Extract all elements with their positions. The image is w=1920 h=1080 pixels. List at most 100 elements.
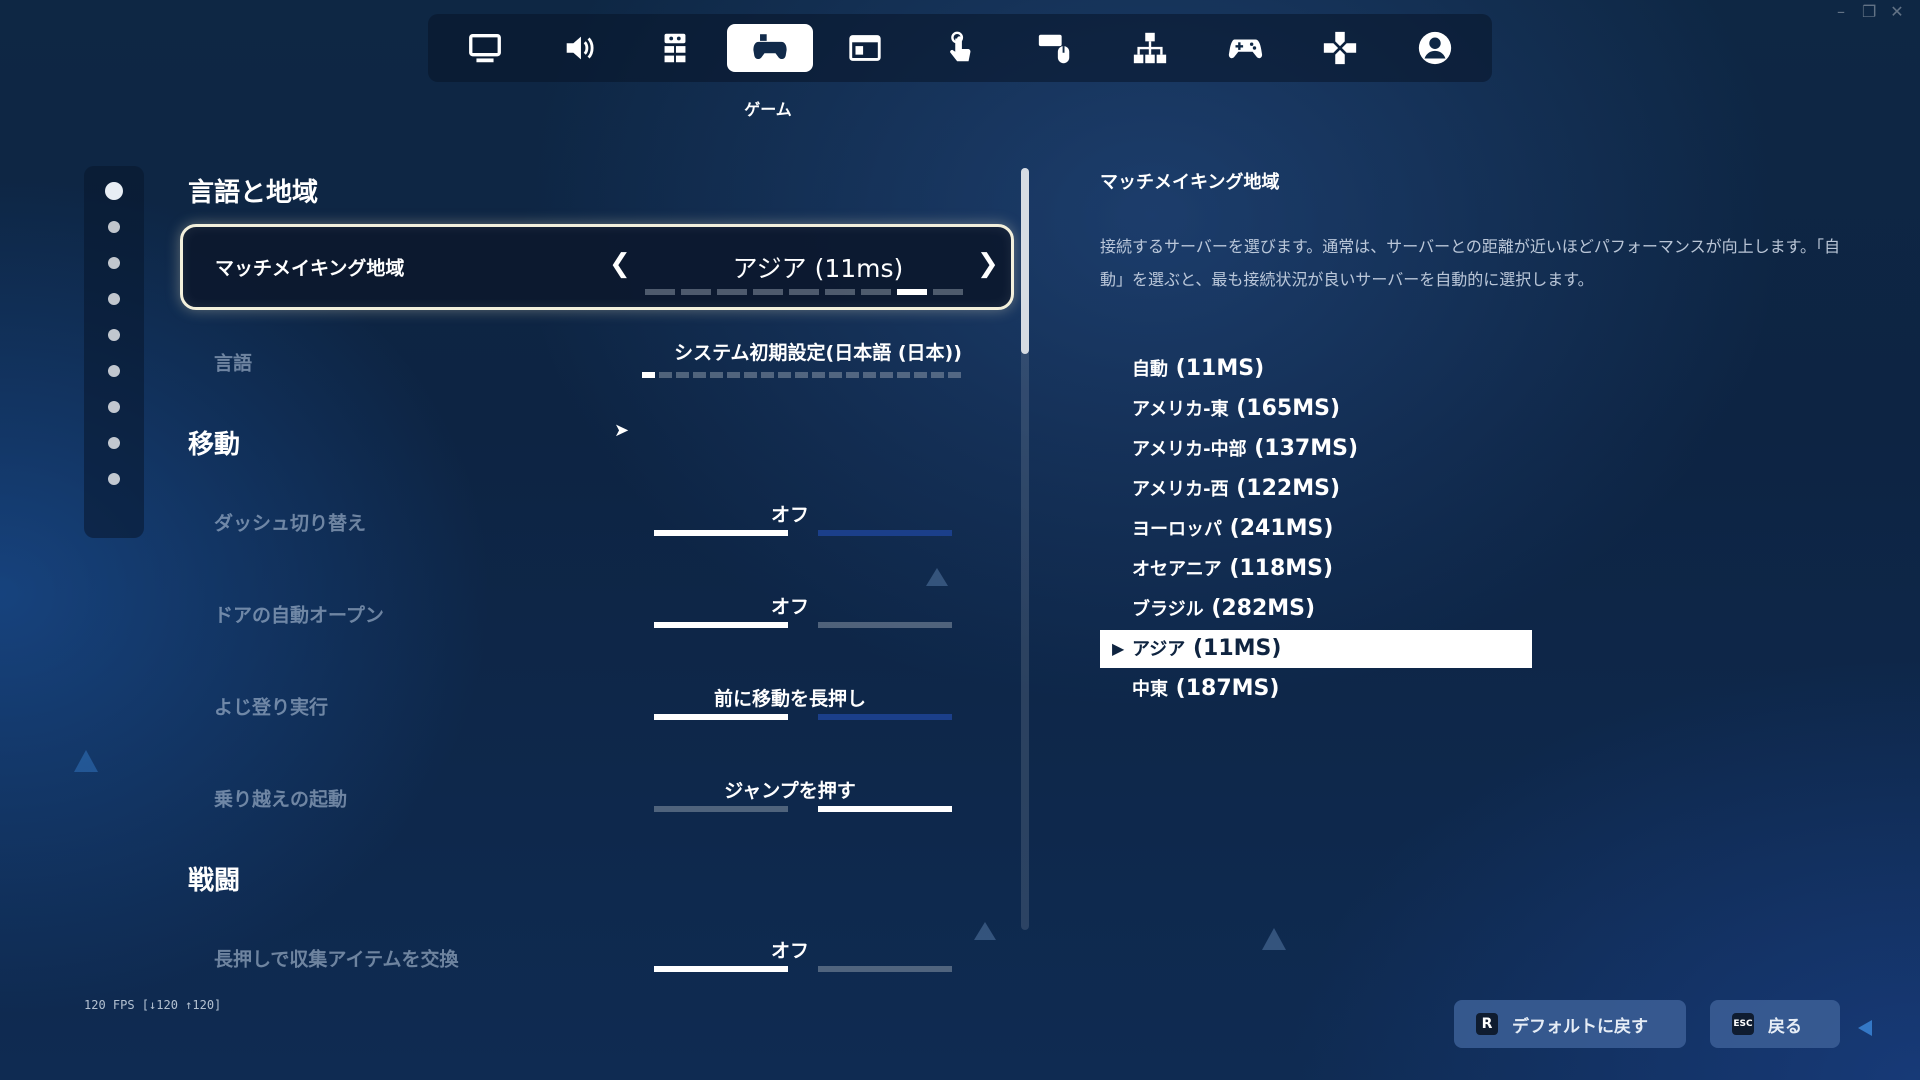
setting-label: ドアの自動オープン [214,604,384,627]
option-segment [948,372,961,378]
top-nav [428,14,1492,82]
region-name: アメリカ-中部 [1132,439,1247,460]
section-title-language-region: 言語と地域 [188,178,319,208]
chevron-right-icon[interactable]: ❯ [977,249,999,279]
speaker-icon [567,36,594,60]
option-segment [914,372,927,378]
region-option[interactable]: オセアニア (118MS) [1100,550,1532,588]
decor-triangle [1858,1020,1872,1036]
back-button[interactable]: ESC 戻る [1710,1000,1840,1048]
chevron-left-icon[interactable]: ❮ [609,249,631,279]
setting-value: オフ [770,596,809,618]
section-dot[interactable] [105,182,123,200]
option-segment [933,289,963,295]
region-name: アメリカ-西 [1132,479,1229,500]
setting-climb[interactable]: よじ登り実行 前に移動を長押し [180,664,1014,748]
tab-touch[interactable] [917,24,1003,72]
toggle-indicator [654,966,952,972]
option-segment [642,372,655,378]
settings-scrollbar[interactable] [1021,168,1029,930]
region-ping: (11MS) [1175,356,1265,381]
active-tab-label: ゲーム [744,100,792,119]
setting-value: オフ [770,940,809,962]
setting-value: ジャンプを押す [724,780,856,802]
region-option[interactable]: ▶ アジア (11MS) [1100,630,1532,668]
setting-auto-open-doors[interactable]: ドアの自動オープン オフ [180,572,1014,656]
option-segment [727,372,740,378]
region-option[interactable]: アメリカ-中部 (137MS) [1100,430,1532,468]
option-segment [863,372,876,378]
section-dot[interactable] [108,329,120,341]
region-name: アジア [1132,639,1186,660]
section-dot[interactable] [108,437,120,449]
reset-defaults-label: デフォルトに戻す [1512,1016,1648,1037]
section-title-movement: 移動 [188,430,241,460]
setting-language[interactable]: 言語 システム初期設定(日本語 (日本)) [180,320,1014,404]
region-option[interactable]: アメリカ-西 (122MS) [1100,470,1532,508]
setting-dash-toggle[interactable]: ダッシュ切り替え オフ [180,480,1014,564]
tab-game[interactable] [727,24,814,72]
region-name: 自動 [1132,359,1168,380]
gamepad-icon [753,34,787,60]
section-dots [84,166,144,538]
setting-label: よじ登り実行 [214,696,329,719]
toggle-indicator [654,622,952,628]
section-dot[interactable] [108,257,120,269]
toggle-indicator [654,714,952,720]
option-segment [789,289,819,295]
section-dot[interactable] [108,365,120,377]
region-option[interactable]: 中東 (187MS) [1100,670,1532,708]
option-segment [880,372,893,378]
scrollbar-thumb[interactable] [1021,168,1029,354]
detail-panel: マッチメイキング地域 接続するサーバーを選びます。通常は、サーバーとの距離が近い… [1100,168,1841,701]
setting-label: ダッシュ切り替え [214,512,367,535]
hud-icon [849,35,881,61]
minimize-icon[interactable]: – [1834,2,1848,21]
region-options-list: 自動 (11MS) アメリカ-東 (165MS) アメリカ-中部 (137MS) アメ… [1100,350,1532,710]
region-option[interactable]: アメリカ-東 (165MS) [1100,390,1532,428]
tab-hud[interactable] [822,24,908,72]
setting-value: システム初期設定(日本語 (日本)) [674,342,962,364]
option-segment [717,289,747,295]
setting-matchmaking-region[interactable]: マッチメイキング地域 ❮ アジア (11ms) ❯ [180,224,1014,310]
reset-defaults-button[interactable]: R デフォルトに戻す [1454,1000,1686,1048]
region-name: アメリカ-東 [1132,399,1229,420]
section-dot[interactable] [108,293,120,305]
option-segment [645,289,675,295]
option-segment [897,372,910,378]
mouse-cursor-icon: ➤ [614,420,630,441]
detail-title: マッチメイキング地域 [1100,172,1280,193]
option-segment [659,372,672,378]
close-icon[interactable]: ✕ [1890,2,1904,21]
option-segment [693,372,706,378]
tab-controller[interactable] [1202,24,1288,72]
setting-mantle[interactable]: 乗り越えの起動 ジャンプを押す [180,756,1014,840]
region-option[interactable]: ヨーロッパ (241MS) [1100,510,1532,548]
tab-account[interactable] [1392,24,1478,72]
option-segment [846,372,859,378]
option-segment [681,289,711,295]
setting-hold-swap[interactable]: 長押しで収集アイテムを交換 オフ [180,916,1014,1000]
detail-description: 接続するサーバーを選びます。通常は、サーバーとの距離が近いほどパフォーマンスが向… [1100,237,1841,289]
settings-list: 言語と地域 マッチメイキング地域 ❮ アジア (11ms) ❯ ➤ 言語 システ… [180,160,1020,1000]
section-dot[interactable] [108,401,120,413]
key-r-icon: R [1476,1013,1498,1035]
window-controls: – ❐ ✕ [1834,2,1904,21]
region-option[interactable]: ブラジル (282MS) [1100,590,1532,628]
tab-display[interactable] [442,24,528,72]
restore-icon[interactable]: ❐ [1862,2,1876,21]
region-name: 中東 [1132,679,1168,700]
caret-right-icon: ▶ [1112,639,1125,658]
option-segment [825,289,855,295]
section-dot[interactable] [108,473,120,485]
region-name: ブラジル [1132,599,1204,620]
tab-dpad[interactable] [1297,24,1383,72]
tab-network[interactable] [1107,24,1193,72]
setting-value: アジア (11ms) [732,254,904,283]
back-label: 戻る [1768,1016,1802,1037]
tab-audio[interactable] [537,24,623,72]
region-option[interactable]: 自動 (11MS) [1100,350,1532,388]
tab-accessibility[interactable] [632,24,718,72]
tab-keyboard-mouse[interactable] [1012,24,1098,72]
section-dot[interactable] [108,221,120,233]
